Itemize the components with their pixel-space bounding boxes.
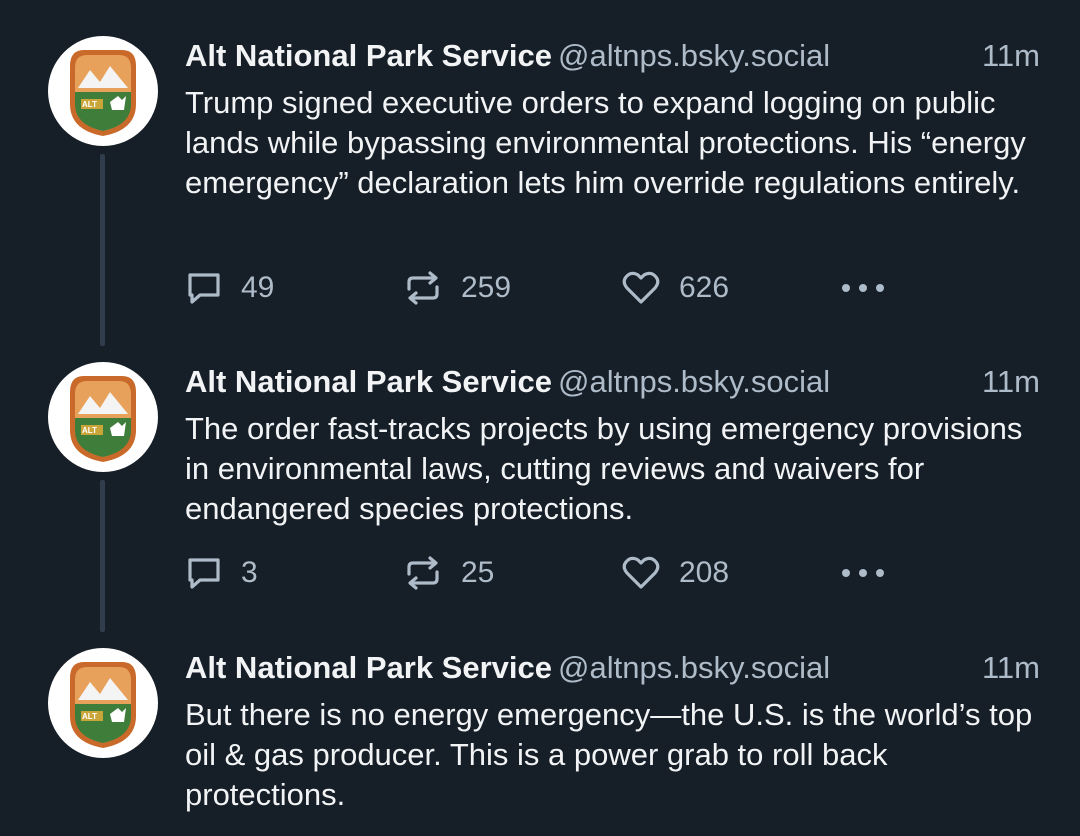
repost-arrows-icon — [407, 556, 439, 590]
more-options-button[interactable] — [840, 553, 886, 593]
post-header: Alt National Park Service @altnps.bsky.so… — [185, 364, 830, 400]
repost-button[interactable]: 25 — [403, 553, 494, 593]
altus-logo-icon: ALT — [70, 376, 136, 462]
post-actions: 49 259 626 — [185, 268, 905, 308]
post-text: The order fast-tracks projects by using … — [185, 411, 1023, 526]
post-text: Trump signed executive orders to expand … — [185, 85, 1026, 200]
post-timestamp[interactable]: 11m — [982, 38, 1040, 74]
repost-count: 25 — [461, 556, 495, 589]
heart-icon — [622, 271, 660, 304]
svg-text:ALT: ALT — [82, 426, 97, 435]
thread-connector — [100, 154, 105, 346]
like-button[interactable]: 626 — [621, 268, 729, 308]
like-button[interactable]: 208 — [621, 553, 729, 593]
post-actions: 3 25 208 — [185, 553, 905, 593]
heart-icon — [622, 556, 660, 589]
post[interactable]: ALT Alt National Park Service @altnps.bsk… — [0, 36, 1080, 346]
post[interactable]: ALT Alt National Park Service @altnps.bsk… — [0, 648, 1080, 836]
reply-count: 49 — [241, 271, 275, 304]
svg-text:ALT: ALT — [82, 100, 97, 109]
post-timestamp[interactable]: 11m — [982, 650, 1040, 686]
like-count: 626 — [679, 271, 730, 304]
author-name[interactable]: Alt National Park Service — [185, 38, 552, 73]
avatar[interactable]: ALT — [48, 36, 158, 146]
author-name[interactable]: Alt National Park Service — [185, 650, 552, 685]
reply-button[interactable]: 49 — [185, 268, 274, 308]
post-timestamp[interactable]: 11m — [982, 364, 1040, 400]
avatar[interactable]: ALT — [48, 648, 158, 758]
post[interactable]: ALT Alt National Park Service @altnps.bsk… — [0, 362, 1080, 632]
altus-logo-icon: ALT — [70, 50, 136, 136]
like-count: 208 — [679, 556, 730, 589]
author-handle[interactable]: @altnps.bsky.social — [558, 650, 830, 685]
speech-bubble-icon — [188, 558, 220, 589]
repost-button[interactable]: 259 — [403, 268, 511, 308]
author-handle[interactable]: @altnps.bsky.social — [558, 364, 830, 399]
avatar[interactable]: ALT — [48, 362, 158, 472]
reply-button[interactable]: 3 — [185, 553, 258, 593]
repost-count: 259 — [461, 271, 512, 304]
reply-count: 3 — [241, 556, 258, 589]
post-header: Alt National Park Service @altnps.bsky.so… — [185, 38, 830, 74]
author-handle[interactable]: @altnps.bsky.social — [558, 38, 830, 73]
post-text: But there is no energy emergency—the U.S… — [185, 697, 1033, 812]
thread-connector — [100, 480, 105, 632]
thread-feed: ALT Alt National Park Service @altnps.bsk… — [0, 0, 1080, 836]
speech-bubble-icon — [188, 273, 220, 304]
repost-arrows-icon — [407, 271, 439, 305]
ellipsis-icon — [842, 569, 884, 577]
ellipsis-icon — [842, 284, 884, 292]
more-options-button[interactable] — [840, 268, 886, 308]
svg-text:ALT: ALT — [82, 712, 97, 721]
altus-logo-icon: ALT — [70, 662, 136, 748]
post-header: Alt National Park Service @altnps.bsky.so… — [185, 650, 830, 686]
author-name[interactable]: Alt National Park Service — [185, 364, 552, 399]
